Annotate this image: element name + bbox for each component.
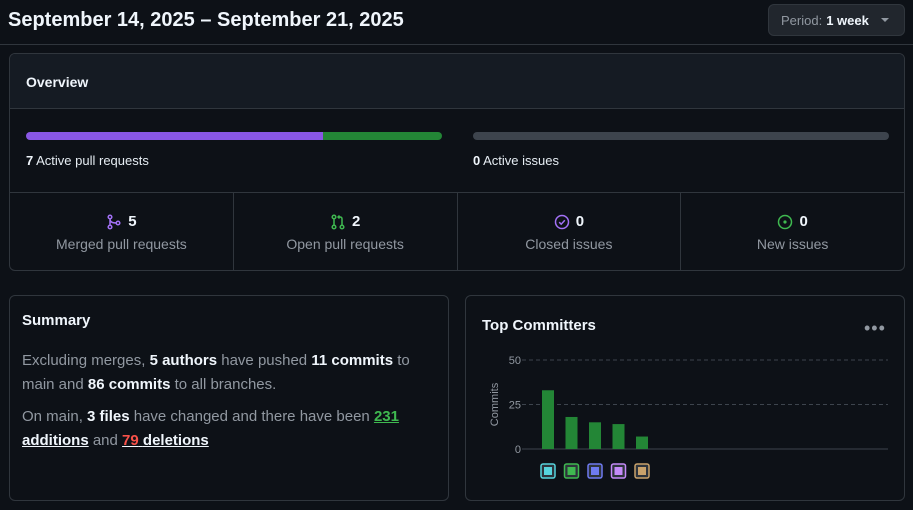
avatar-pattern	[567, 467, 576, 475]
additions-link[interactable]: 231	[374, 408, 399, 425]
y-tick-label: 0	[515, 444, 521, 456]
date-range-title: September 14, 2025 – September 21, 2025	[8, 9, 404, 31]
chart-bar	[589, 422, 601, 449]
merged-pr-label: Merged pull requests	[56, 236, 187, 252]
summary-title: Summary	[22, 312, 91, 329]
y-axis-label: Commits	[489, 382, 501, 426]
chart-bar	[542, 390, 554, 449]
merged-pr-segment	[26, 132, 324, 140]
stat-closed-issues[interactable]: 0 Closed issues	[458, 193, 682, 270]
issues-progress-bar	[473, 132, 889, 140]
open-pr-segment	[323, 132, 442, 140]
period-dropdown-button[interactable]: Period: 1 week	[768, 4, 905, 36]
stat-merged-prs[interactable]: 5 Merged pull requests	[10, 193, 234, 270]
overview-bars: 7 Active pull requests 0 Active issues	[10, 109, 904, 193]
git-pull-request-icon	[331, 213, 345, 230]
closed-issues-label: Closed issues	[525, 236, 613, 252]
deletions-word: deletions	[142, 432, 209, 449]
avatar-pattern	[638, 467, 646, 475]
new-issues-label: New issues	[756, 236, 829, 252]
active-issues-text[interactable]: 0 Active issues	[473, 153, 559, 168]
files-count: 3 files	[87, 408, 130, 425]
new-issues-count: 0	[799, 213, 808, 230]
git-merge-icon	[107, 213, 121, 230]
active-pr-count: 7	[26, 153, 34, 168]
additions-word-link[interactable]: additions	[22, 432, 89, 449]
avatar-pattern	[544, 467, 552, 475]
avatar-pattern	[591, 467, 599, 475]
deletions-link[interactable]: 79 deletions	[122, 432, 209, 449]
summary-changes-text: On main, 3 files have changed and there …	[22, 408, 399, 449]
stat-open-prs[interactable]: 2 Open pull requests	[234, 193, 458, 270]
issue-closed-icon	[554, 214, 569, 229]
active-issues-count: 0	[473, 153, 481, 168]
open-pr-count: 2	[351, 213, 361, 230]
chart-bar	[636, 436, 648, 449]
active-pr-label: Active pull requests	[36, 153, 149, 168]
merged-pr-count: 5	[128, 213, 137, 230]
pull-requests-progress-bar	[26, 132, 442, 140]
period-label: Period:	[781, 12, 823, 28]
y-tick-label: 50	[509, 355, 521, 367]
summary-commits-text: Excluding merges, 5 authors have pushed …	[22, 352, 410, 393]
overview-title: Overview	[10, 54, 904, 109]
top-committers-chart: 0 25 50 Commits	[489, 355, 888, 479]
all-commits-count: 86 commits	[87, 376, 171, 393]
stat-new-issues[interactable]: 0 New issues	[681, 193, 904, 270]
avatar-pattern	[614, 467, 623, 475]
page-header: September 14, 2025 – September 21, 2025 …	[0, 0, 913, 45]
overview-panel: Overview 7 Active pull requests 0 Active…	[9, 53, 905, 271]
deletions-count: 79	[122, 432, 139, 449]
period-value: 1 week	[826, 12, 869, 28]
closed-issues-count: 0	[575, 213, 585, 230]
triangle-down-icon	[880, 18, 889, 22]
authors-count: 5 authors	[149, 352, 218, 369]
issue-opened-icon	[778, 214, 793, 229]
active-pr-text[interactable]: 7 Active pull requests	[26, 153, 149, 168]
active-issues-label: Active issues	[483, 153, 560, 168]
chart-bar	[565, 416, 578, 449]
open-pr-label: Open pull requests	[286, 236, 404, 252]
main-commits-count: 11 commits	[311, 352, 394, 369]
overview-stats: 5 Merged pull requests 2 Open pull reque…	[10, 193, 904, 270]
y-tick-label: 25	[509, 400, 521, 412]
top-committers-panel: Top Committers ••• 0 25 50 Commits	[465, 295, 905, 501]
summary-panel: Summary Excluding merges, 5 authors have…	[9, 295, 449, 501]
chart-bar	[612, 424, 625, 449]
